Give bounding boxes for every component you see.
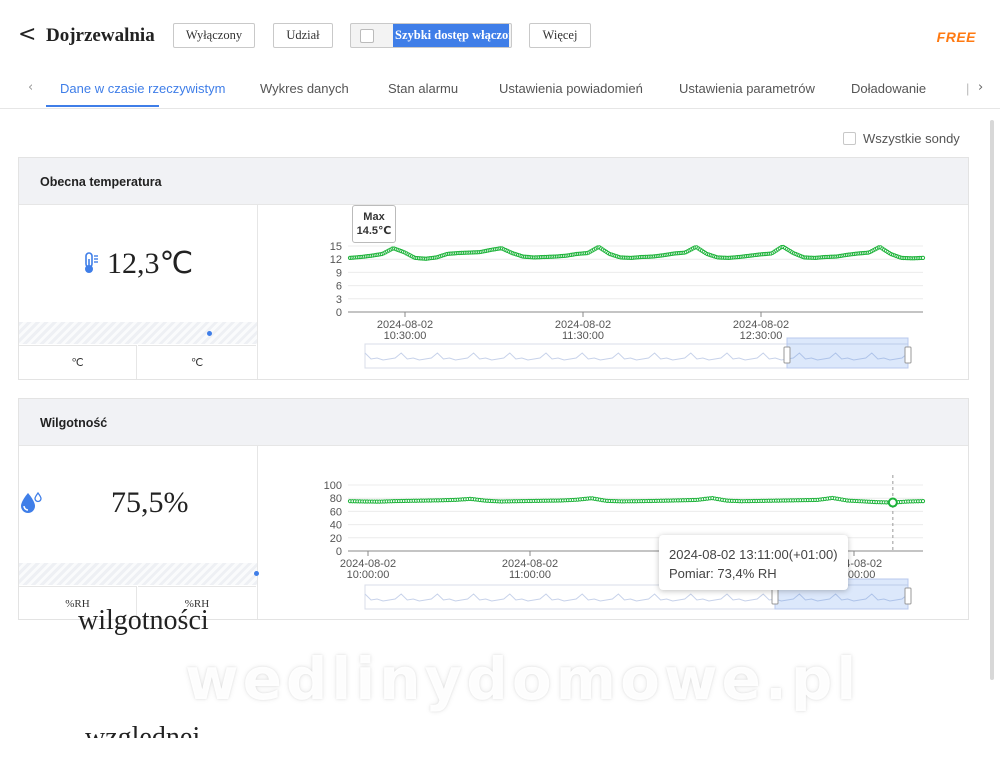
max-tooltip: Max 14.5℃ xyxy=(352,205,396,243)
temperature-card: Obecna temperatura 12,3℃ ℃ ℃ 0 3 6 9 12 15 202… xyxy=(18,157,969,380)
all-probes-checkbox[interactable] xyxy=(843,132,856,145)
y-tick-label: 60 xyxy=(330,506,342,518)
humidity-stripe xyxy=(19,563,257,585)
data-point xyxy=(920,255,926,260)
zoom-handle-left xyxy=(783,346,791,364)
tab-alarm-status[interactable]: Stan alarmu xyxy=(388,81,458,96)
back-icon[interactable]: < xyxy=(18,24,36,46)
x-tick-time: 11:00:00 xyxy=(509,569,551,581)
overlay-caption-line2: względnej xyxy=(85,722,201,738)
all-probes-label: Wszystkie sondy xyxy=(863,131,960,146)
tab-parameter-settings[interactable]: Ustawienia parametrów xyxy=(679,81,815,96)
tab-realtime-data[interactable]: Dane w czasie rzeczywistym xyxy=(60,81,225,96)
zoom-selection xyxy=(786,337,909,369)
y-tick-label: 9 xyxy=(336,267,342,279)
temperature-value-panel: 12,3℃ ℃ ℃ xyxy=(19,204,258,379)
temperature-value: 12,3℃ xyxy=(107,247,194,280)
y-tick-label: 15 xyxy=(330,241,342,253)
humidity-value: 75,5% xyxy=(111,486,189,519)
tab-recharge[interactable]: Doładowanie xyxy=(851,81,926,96)
quick-access-label: Szybki dostęp włączony xyxy=(393,24,509,47)
tab-bar: ‹ Dane w czasie rzeczywistym Wykres dany… xyxy=(0,72,1000,109)
temperature-unit-left: ℃ xyxy=(19,345,137,379)
max-tooltip-value: 14.5℃ xyxy=(356,225,392,237)
data-point xyxy=(920,499,926,504)
tab-notification-settings[interactable]: Ustawienia powiadomień xyxy=(499,81,643,96)
humidity-chart[interactable]: 0204060801002024-08-0210:00:002024-08-02… xyxy=(257,445,969,619)
tabs-next-icon[interactable]: › xyxy=(978,80,983,95)
active-tab-underline xyxy=(46,105,159,107)
overlay-caption-line1: wilgotności xyxy=(78,605,209,636)
x-tick-time: 12:30:00 xyxy=(740,330,783,342)
temperature-dot xyxy=(207,331,212,336)
x-tick-time: 10:30:00 xyxy=(384,330,427,342)
y-tick-label: 0 xyxy=(336,546,342,558)
temperature-stripe xyxy=(19,322,257,344)
temperature-card-title: Obecna temperatura xyxy=(40,175,162,189)
thermometer-icon xyxy=(82,251,100,280)
cursor-point xyxy=(887,497,898,508)
zoom-handle-right xyxy=(904,346,912,364)
humidity-card-header: Wilgotność xyxy=(19,399,968,446)
humidity-value-panel: 75,5% %RH %RH xyxy=(19,445,258,620)
tab-data-chart[interactable]: Wykres danych xyxy=(260,81,349,96)
share-button[interactable]: Udział xyxy=(273,23,333,48)
humidity-tooltip: 2024-08-02 13:11:00(+01:00) Pomiar: 73,4… xyxy=(659,535,848,590)
y-tick-label: 40 xyxy=(330,520,342,532)
y-tick-label: 100 xyxy=(324,480,342,492)
y-tick-label: 12 xyxy=(330,254,342,266)
y-tick-label: 20 xyxy=(330,533,342,545)
plan-badge: FREE xyxy=(936,29,976,45)
page-scrollbar[interactable] xyxy=(990,120,994,680)
tab-overflow-marker: | xyxy=(966,81,970,96)
humidity-tooltip-reading: Pomiar: 73,4% RH xyxy=(669,566,777,581)
more-button[interactable]: Więcej xyxy=(529,23,591,48)
zoom-handle-left xyxy=(771,587,779,605)
quick-access-toggle[interactable]: Szybki dostęp włączony xyxy=(350,23,512,48)
y-tick-label: 0 xyxy=(336,307,342,319)
page-title: Dojrzewalnia xyxy=(46,25,155,46)
watermark: wedlinydomowe.pl xyxy=(185,645,861,713)
y-tick-label: 3 xyxy=(336,294,342,306)
tabs-prev-icon[interactable]: ‹ xyxy=(28,80,33,95)
off-button[interactable]: Wyłączony xyxy=(173,23,255,48)
temperature-unit-right: ℃ xyxy=(138,345,256,379)
humidity-tooltip-time: 2024-08-02 13:11:00(+01:00) xyxy=(669,547,838,562)
water-drop-icon xyxy=(19,491,43,520)
quick-access-checkbox[interactable] xyxy=(360,29,374,43)
y-tick-label: 80 xyxy=(330,493,342,505)
max-tooltip-label: Max xyxy=(363,211,385,223)
zoom-handle-right xyxy=(904,587,912,605)
x-tick-time: 11:30:00 xyxy=(562,330,604,342)
temperature-card-header: Obecna temperatura xyxy=(19,158,968,205)
humidity-card-title: Wilgotność xyxy=(40,416,108,430)
x-tick-time: 10:00:00 xyxy=(347,569,390,581)
y-tick-label: 6 xyxy=(336,281,342,293)
